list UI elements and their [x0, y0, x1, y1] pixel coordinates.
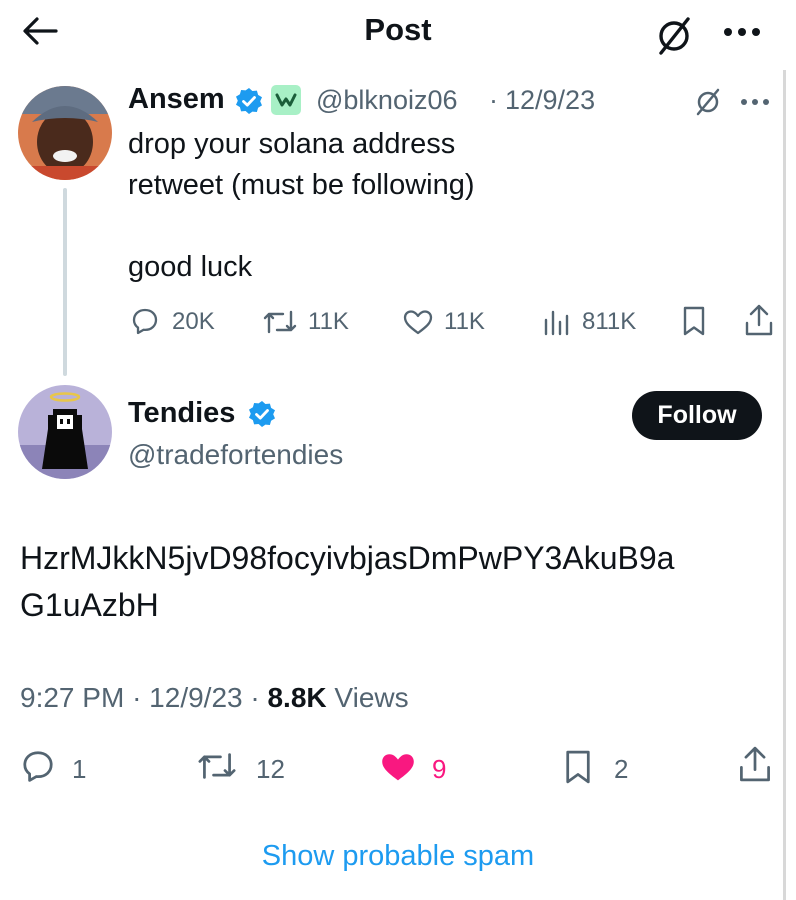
repost-icon[interactable]: [196, 750, 238, 782]
post-text-line: good luck: [128, 251, 253, 283]
affiliate-badge-icon: [270, 84, 302, 116]
views-label: Views: [334, 682, 409, 713]
verified-badge-icon: [247, 399, 277, 429]
post-time: 9:27 PM: [20, 682, 125, 713]
liked-heart-icon[interactable]: [378, 750, 418, 784]
post-date: 12/9/23: [149, 682, 243, 713]
thread-connector-line: [63, 188, 67, 376]
grok-icon[interactable]: [652, 14, 696, 58]
post-text-line: retweet (must be following): [128, 169, 475, 201]
separator-dot: ·: [489, 85, 498, 115]
like-icon[interactable]: [402, 308, 434, 336]
verified-badge-icon: [234, 86, 264, 116]
views-chart-icon[interactable]: [542, 306, 572, 336]
like-count: 9: [432, 754, 447, 784]
author-name[interactable]: Tendies: [128, 397, 235, 430]
views-count: 811K: [582, 308, 637, 335]
reply-count: 1: [72, 754, 87, 784]
post-timestamp: 9:27 PM · 12/9/23 · 8.8K Views: [20, 682, 409, 714]
repost-count: 12: [256, 754, 285, 784]
repost-icon[interactable]: [262, 308, 298, 336]
more-dots-icon[interactable]: [722, 26, 762, 38]
reply-icon[interactable]: [130, 306, 160, 336]
post-date[interactable]: 12/9/23: [505, 85, 595, 116]
reply-count: 20K: [172, 308, 215, 335]
reply-icon[interactable]: [20, 748, 56, 784]
author-name[interactable]: Ansem: [128, 83, 225, 116]
follow-button[interactable]: Follow: [632, 391, 762, 440]
author-handle[interactable]: @blknoiz06: [316, 85, 458, 116]
separator-dot: ·: [250, 682, 260, 713]
avatar-ansem[interactable]: [18, 86, 112, 180]
bookmark-icon[interactable]: [680, 305, 708, 337]
scrollbar[interactable]: [783, 70, 786, 900]
like-count: 11K: [444, 308, 485, 335]
views-count: 8.8K: [267, 682, 327, 713]
post-text-line: G1uAzbH: [20, 587, 159, 623]
separator-dot: ·: [132, 682, 142, 713]
post-text-line: HzrMJkkN5jvD98focyivbjasDmPwPY3AkuB9a: [20, 540, 675, 576]
author-handle[interactable]: @tradefortendies: [128, 439, 343, 471]
repost-count: 11K: [308, 308, 349, 335]
share-icon[interactable]: [744, 303, 774, 337]
avatar-tendies[interactable]: [18, 385, 112, 479]
more-dots-icon[interactable]: [740, 98, 770, 106]
show-probable-spam-link[interactable]: Show probable spam: [0, 840, 796, 873]
post-text-line: drop your solana address: [128, 128, 456, 160]
grok-icon[interactable]: [692, 86, 724, 118]
share-icon[interactable]: [738, 744, 772, 784]
bookmark-count: 2: [614, 754, 629, 784]
bookmark-icon[interactable]: [562, 748, 594, 786]
